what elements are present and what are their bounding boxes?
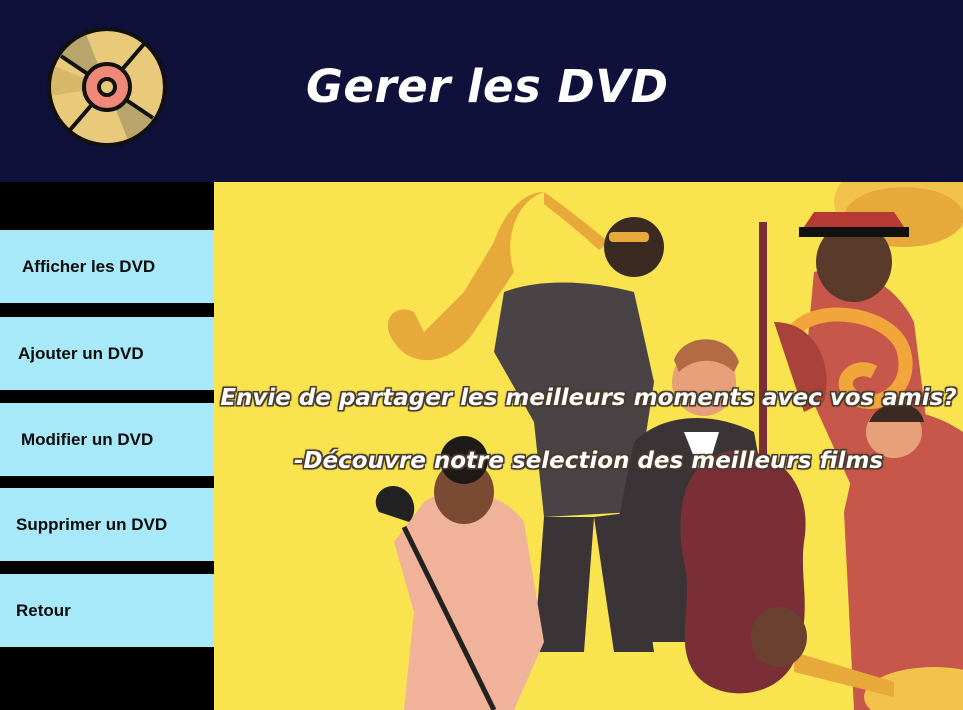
add-dvd-button[interactable]: Ajouter un DVD (0, 317, 214, 390)
jazz-band-illustration (214, 182, 963, 710)
back-button[interactable]: Retour (0, 574, 214, 647)
show-dvds-button[interactable]: Afficher les DVD (0, 230, 214, 303)
page-title: Gerer les DVD (306, 60, 669, 113)
edit-dvd-button[interactable]: Modifier un DVD (0, 403, 214, 476)
tagline-selection: -Découvre notre selection des meilleurs … (293, 448, 884, 474)
header-bar: Gerer les DVD (0, 0, 963, 182)
show-dvds-label: Afficher les DVD (22, 256, 156, 276)
tagline-question: Envie de partager les meilleurs moments … (220, 385, 957, 411)
back-label: Retour (16, 600, 71, 620)
add-dvd-label: Ajouter un DVD (18, 343, 144, 363)
dvd-disc-icon (47, 27, 167, 147)
delete-dvd-button[interactable]: Supprimer un DVD (0, 488, 214, 561)
main-banner: Envie de partager les meilleurs moments … (214, 182, 963, 710)
delete-dvd-label: Supprimer un DVD (16, 514, 168, 534)
sidebar: Afficher les DVD Ajouter un DVD Modifier… (0, 182, 214, 710)
edit-dvd-label: Modifier un DVD (21, 429, 154, 449)
